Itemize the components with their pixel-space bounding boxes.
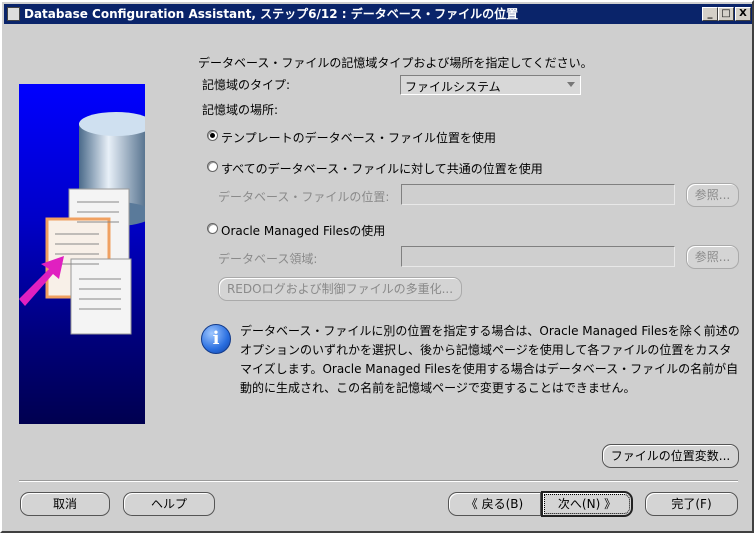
db-area-input[interactable] xyxy=(401,246,675,267)
storage-type-select[interactable]: ファイルシステム xyxy=(400,75,581,95)
back-button[interactable]: 《 戻る(B) xyxy=(448,492,541,516)
browse-db-area-button[interactable]: 参照... xyxy=(686,245,739,269)
browse-file-location-button[interactable]: 参照... xyxy=(686,183,739,207)
help-button[interactable]: ヘルプ xyxy=(123,492,215,516)
storage-type-value: ファイルシステム xyxy=(405,80,501,94)
radio-common-location[interactable] xyxy=(207,161,218,172)
footer-divider xyxy=(19,480,738,482)
option-common-location-label[interactable]: すべてのデータベース・ファイルに対して共通の位置を使用 xyxy=(221,160,543,177)
maximize-button[interactable]: □ xyxy=(718,7,734,21)
db-file-location-label: データベース・ファイルの位置: xyxy=(218,190,390,204)
radio-template-location[interactable] xyxy=(207,130,218,141)
wizard-illustration xyxy=(19,84,145,424)
option-template-location-label[interactable]: テンプレートのデータベース・ファイル位置を使用 xyxy=(221,129,496,146)
title-bar[interactable]: Database Configuration Assistant, ステップ6/… xyxy=(4,4,752,24)
window-title: Database Configuration Assistant, ステップ6/… xyxy=(24,7,519,21)
app-icon xyxy=(7,7,20,21)
next-button[interactable]: 次へ(N) 》 xyxy=(541,491,633,517)
close-button[interactable]: X xyxy=(735,7,751,21)
db-file-location-input[interactable] xyxy=(401,184,675,205)
multiplex-redo-button[interactable]: REDOログおよび制御ファイルの多重化... xyxy=(218,277,462,301)
info-text: データベース・ファイルに別の位置を指定する場合は、Oracle Managed … xyxy=(240,324,740,395)
cancel-button[interactable]: 取消 xyxy=(20,492,110,516)
chevron-down-icon xyxy=(567,82,575,87)
minimize-button[interactable]: _ xyxy=(702,7,718,21)
storage-location-label: 記憶域の場所: xyxy=(202,103,279,117)
radio-oracle-managed-files[interactable] xyxy=(207,223,218,234)
option-oracle-managed-files-label[interactable]: Oracle Managed Filesの使用 xyxy=(221,222,385,239)
database-files-illustration xyxy=(19,112,145,335)
info-icon: i xyxy=(201,324,231,354)
instruction-text: データベース・ファイルの記憶域タイプおよび場所を指定してください。 xyxy=(198,56,593,70)
file-location-variables-button[interactable]: ファイルの位置変数... xyxy=(602,444,739,468)
storage-type-label: 記憶域のタイプ: xyxy=(202,78,291,92)
db-area-label: データベース領域: xyxy=(218,252,318,266)
dialog-window: Database Configuration Assistant, ステップ6/… xyxy=(0,0,754,533)
finish-button[interactable]: 完了(F) xyxy=(645,492,738,516)
